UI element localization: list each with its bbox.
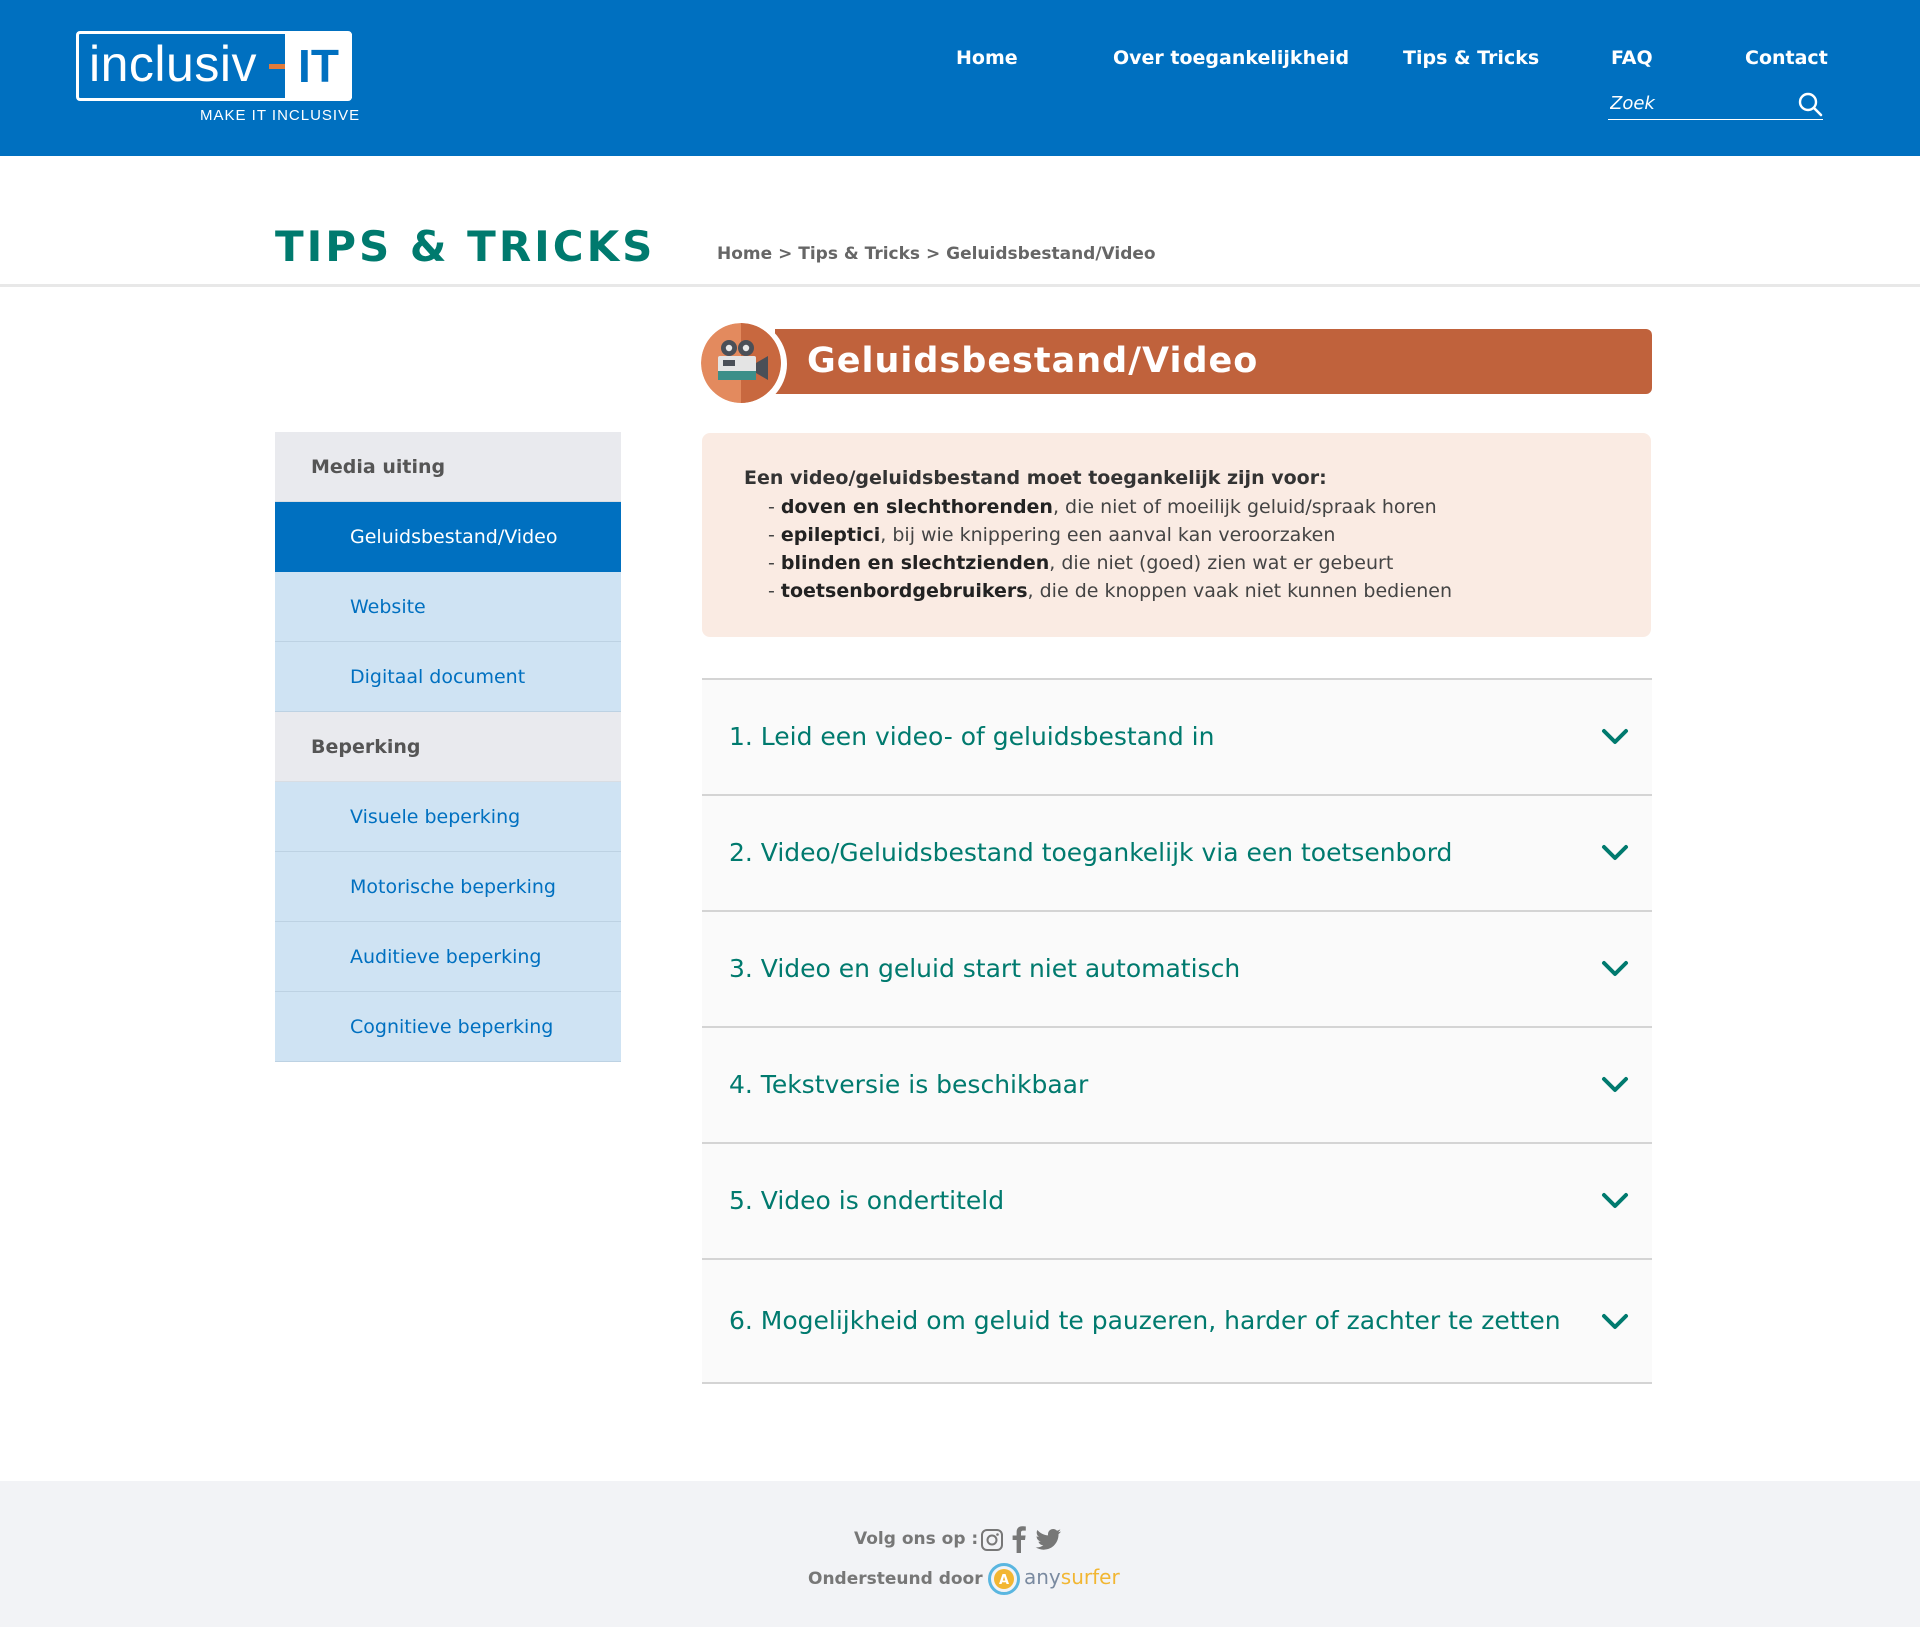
info-list: - doven en slechthorenden, die niet of m… <box>744 493 1651 605</box>
sidebar-item-motorische-beperking[interactable]: Motorische beperking <box>275 852 621 922</box>
accordion-title: 6. Mogelijkheid om geluid te pauzeren, h… <box>729 1306 1561 1335</box>
page-title: TIPS & TRICKS <box>275 222 656 271</box>
nav-contact[interactable]: Contact <box>1745 46 1828 70</box>
nav-over-toegankelijkheid[interactable]: Over toegankelijkheid <box>1113 46 1349 70</box>
video-camera-icon <box>701 323 781 403</box>
accordion-item-6[interactable]: 6. Mogelijkheid om geluid te pauzeren, h… <box>702 1260 1652 1384</box>
sidebar-item-auditieve-beperking[interactable]: Auditieve beperking <box>275 922 621 992</box>
chevron-down-icon[interactable] <box>1600 1072 1630 1096</box>
chevron-down-icon[interactable] <box>1600 724 1630 748</box>
accordion-title: 2. Video/Geluidsbestand toegankelijk via… <box>729 838 1453 867</box>
sidebar-item-visuele-beperking[interactable]: Visuele beperking <box>275 782 621 852</box>
nav-tips-tricks[interactable]: Tips & Tricks <box>1403 46 1539 70</box>
anysurfer-logo-icon[interactable]: A <box>988 1563 1020 1595</box>
site-header: inclusiv IT MAKE IT INCLUSIVE Home Over … <box>0 0 1920 156</box>
logo-word: inclusiv <box>89 36 257 92</box>
topic-title: Geluidsbestand/Video <box>807 341 1259 381</box>
topic-banner: Geluidsbestand/Video <box>775 329 1652 394</box>
search-box <box>1608 88 1823 120</box>
info-item: - doven en slechthorenden, die niet of m… <box>768 496 1437 518</box>
sidebar-item-website[interactable]: Website <box>275 572 621 642</box>
chevron-down-icon[interactable] <box>1600 1188 1630 1212</box>
accordion-title: 1. Leid een video- of geluidsbestand in <box>729 722 1215 751</box>
facebook-icon[interactable] <box>1011 1525 1027 1553</box>
info-heading: Een video/geluidsbestand moet toegankeli… <box>744 467 1327 489</box>
accordion-item-1[interactable]: 1. Leid een video- of geluidsbestand in <box>702 680 1652 796</box>
title-divider <box>0 284 1920 287</box>
svg-text:A: A <box>999 1573 1009 1588</box>
accordion-item-4[interactable]: 4. Tekstversie is beschikbaar <box>702 1028 1652 1144</box>
site-footer: Volg ons op : Ondersteund door A anysurf… <box>0 1481 1920 1627</box>
chevron-down-icon[interactable] <box>1600 1309 1630 1333</box>
info-item: - epileptici, bij wie knippering een aan… <box>768 524 1336 546</box>
accordion-item-5[interactable]: 5. Video is ondertiteld <box>702 1144 1652 1260</box>
accordion-title: 3. Video en geluid start niet automatisc… <box>729 954 1241 983</box>
instagram-icon[interactable] <box>980 1525 1004 1553</box>
anysurfer-wordmark[interactable]: anysurfer <box>1024 1564 1120 1590</box>
search-icon[interactable] <box>1797 91 1823 117</box>
sidebar-category-media-uiting: Media uiting <box>275 432 621 502</box>
breadcrumb[interactable]: Home > Tips & Tricks > Geluidsbestand/Vi… <box>717 243 1156 265</box>
chevron-down-icon[interactable] <box>1600 840 1630 864</box>
search-input[interactable] <box>1610 90 1790 116</box>
sidebar-item-cognitieve-beperking[interactable]: Cognitieve beperking <box>275 992 621 1062</box>
logo-it: IT <box>285 34 352 98</box>
sidebar-category-beperking: Beperking <box>275 712 621 782</box>
site-logo[interactable]: inclusiv IT <box>76 31 352 101</box>
supported-by-label: Ondersteund door <box>808 1569 983 1589</box>
info-box: Een video/geluidsbestand moet toegankeli… <box>702 433 1651 637</box>
tips-accordion: 1. Leid een video- of geluidsbestand in … <box>702 678 1652 1384</box>
accordion-title: 4. Tekstversie is beschikbaar <box>729 1070 1089 1099</box>
sidebar-item-digitaal-document[interactable]: Digitaal document <box>275 642 621 712</box>
nav-home[interactable]: Home <box>956 46 1018 70</box>
chevron-down-icon[interactable] <box>1600 956 1630 980</box>
accordion-item-3[interactable]: 3. Video en geluid start niet automatisc… <box>702 912 1652 1028</box>
nav-faq[interactable]: FAQ <box>1611 46 1653 70</box>
twitter-icon[interactable] <box>1034 1525 1062 1553</box>
logo-tagline: MAKE IT INCLUSIVE <box>200 107 361 124</box>
sidebar-item-geluidsbestand-video[interactable]: Geluidsbestand/Video <box>275 502 621 572</box>
info-item: - blinden en slechtzienden, die niet (go… <box>768 552 1394 574</box>
info-item: - toetsenbordgebruikers, die de knoppen … <box>768 580 1452 602</box>
accordion-title: 5. Video is ondertiteld <box>729 1186 1005 1215</box>
logo-dash <box>269 64 285 69</box>
follow-us-label: Volg ons op : <box>854 1529 979 1549</box>
sidebar: Media uiting Geluidsbestand/Video Websit… <box>275 432 621 1062</box>
accordion-item-2[interactable]: 2. Video/Geluidsbestand toegankelijk via… <box>702 796 1652 912</box>
